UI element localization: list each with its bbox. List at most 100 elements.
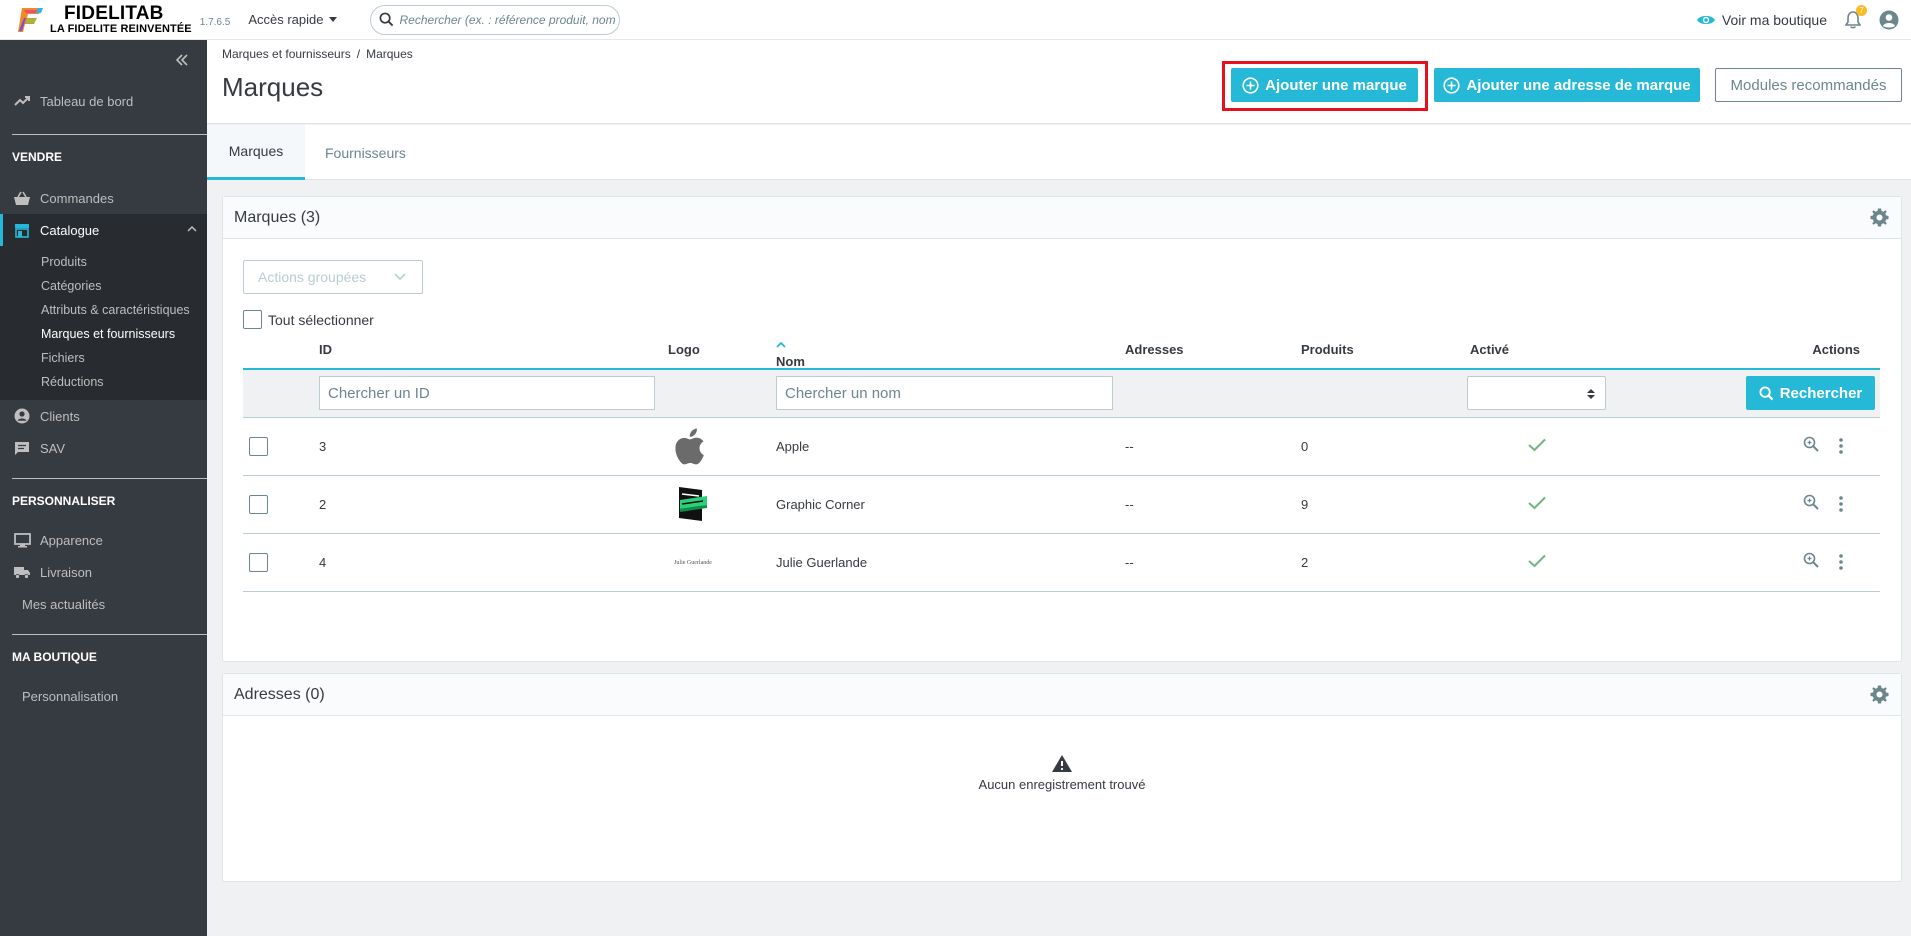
tab-bar: Marques Fournisseurs <box>207 125 1911 180</box>
chevron-up-icon <box>187 226 197 232</box>
filter-enabled-select[interactable] <box>1467 376 1606 410</box>
apple-logo-icon <box>675 428 704 465</box>
brand-logo-apple <box>671 425 715 469</box>
notifications-button[interactable]: 7 <box>1845 5 1867 29</box>
more-vertical-icon[interactable] <box>1839 496 1843 512</box>
view-shop-label: Voir ma boutique <box>1721 12 1827 28</box>
submenu-item-files[interactable]: Fichiers <box>0 346 207 370</box>
empty-state-message: Aucun enregistrement trouvé <box>978 777 1146 792</box>
sidebar-item-support[interactable]: SAV <box>0 432 207 464</box>
submenu-item-attributes[interactable]: Attributs & caractéristiques <box>0 298 207 322</box>
check-icon[interactable] <box>1528 554 1546 568</box>
sidebar-item-label: Tableau de bord <box>40 93 134 109</box>
recommended-modules-button[interactable]: Modules recommandés <box>1715 68 1902 102</box>
row-addresses: -- <box>1125 439 1134 454</box>
add-brand-button[interactable]: Ajouter une marque <box>1231 68 1418 102</box>
search-icon <box>379 12 393 27</box>
addresses-card: Adresses (0) Aucun enregistrement trouvé <box>222 673 1902 882</box>
gear-icon[interactable] <box>1870 208 1889 227</box>
more-vertical-icon[interactable] <box>1839 438 1843 454</box>
view-zoom-icon[interactable] <box>1803 436 1819 452</box>
notifications-badge: 7 <box>1856 5 1867 16</box>
collapse-sidebar-button[interactable] <box>175 54 189 66</box>
breadcrumb-item-parent[interactable]: Marques et fournisseurs <box>222 47 351 61</box>
bulk-actions-label: Actions groupées <box>258 269 367 285</box>
sidebar-item-label: Apparence <box>40 532 103 548</box>
filter-row: Rechercher <box>243 370 1880 418</box>
sidebar-item-orders[interactable]: Commandes <box>0 182 207 214</box>
sidebar-item-news[interactable]: Mes actualités <box>0 588 207 620</box>
plus-circle-icon <box>1242 76 1259 94</box>
sidebar-item-personalization[interactable]: Personnalisation <box>0 680 207 712</box>
select-all[interactable]: Tout sélectionner <box>243 310 374 329</box>
tab-suppliers[interactable]: Fournisseurs <box>305 125 426 180</box>
grid-search-button[interactable]: Rechercher <box>1746 376 1875 410</box>
row-checkbox[interactable] <box>249 495 268 514</box>
submenu-item-discounts[interactable]: Réductions <box>0 370 207 394</box>
caret-down-icon <box>328 17 337 22</box>
tab-brands[interactable]: Marques <box>207 125 305 180</box>
page-title: Marques <box>222 72 324 102</box>
sidebar-item-label: Commandes <box>40 190 114 206</box>
row-checkbox[interactable] <box>249 437 268 456</box>
view-shop-link[interactable]: Voir ma boutique <box>1696 12 1827 28</box>
view-zoom-icon[interactable] <box>1803 552 1819 568</box>
fidelitab-logo-icon <box>18 7 43 32</box>
sidebar-section-customize: PERSONNALISER <box>12 494 116 508</box>
brand-logo[interactable]: FIDELITAB LA FIDELITE REINVENTÉE 1.7.6.5 <box>16 0 230 40</box>
column-header-name-label: Nom <box>776 354 805 369</box>
submenu-item-products[interactable]: Produits <box>0 250 207 274</box>
table-row: 4 Julie Guerlande Julie Guerlande -- 2 <box>243 534 1880 592</box>
row-products: 0 <box>1301 439 1309 454</box>
submenu-item-categories[interactable]: Catégories <box>0 274 207 298</box>
global-search-input[interactable] <box>399 12 615 27</box>
row-checkbox[interactable] <box>249 553 268 572</box>
sidebar-item-customers[interactable]: Clients <box>0 400 207 432</box>
sidebar-item-catalog[interactable]: Catalogue <box>0 214 207 246</box>
sidebar-section-sell: VENDRE <box>12 150 63 164</box>
add-brand-label: Ajouter une marque <box>1265 76 1407 94</box>
top-header: FIDELITAB LA FIDELITE REINVENTÉE 1.7.6.5… <box>0 0 1911 40</box>
column-header-products: Produits <box>1301 342 1354 357</box>
add-brand-address-button[interactable]: Ajouter une adresse de marque <box>1434 68 1700 102</box>
bulk-actions-dropdown[interactable]: Actions groupées <box>243 260 423 294</box>
select-all-checkbox[interactable] <box>243 310 262 329</box>
shopping-basket-icon <box>14 191 30 205</box>
global-search[interactable] <box>369 4 620 35</box>
sidebar-item-appearance[interactable]: Apparence <box>0 524 207 556</box>
row-products: 2 <box>1301 555 1309 570</box>
filter-id-input[interactable] <box>319 376 655 410</box>
row-id: 2 <box>319 497 327 512</box>
user-circle-icon <box>14 408 30 424</box>
row-name: Graphic Corner <box>776 497 865 512</box>
row-addresses: -- <box>1125 555 1134 570</box>
check-icon[interactable] <box>1528 496 1546 510</box>
sidebar-section-shop: MA BOUTIQUE <box>12 650 97 664</box>
select-all-label: Tout sélectionner <box>268 311 374 328</box>
column-header-enabled[interactable]: Activé <box>1470 342 1509 357</box>
sidebar-item-label: Livraison <box>40 564 93 580</box>
row-id: 4 <box>319 555 327 570</box>
brand-logo-graphic-corner <box>671 483 715 527</box>
gear-icon[interactable] <box>1870 685 1889 704</box>
submenu-item-brands-suppliers[interactable]: Marques et fournisseurs <box>0 322 207 346</box>
sort-ascending-icon <box>776 342 786 348</box>
page-header: Marques et fournisseurs / Marques Marque… <box>207 40 1911 124</box>
row-addresses: -- <box>1125 497 1134 512</box>
add-brand-address-label: Ajouter une adresse de marque <box>1466 76 1691 94</box>
check-icon[interactable] <box>1528 438 1546 452</box>
more-vertical-icon[interactable] <box>1839 554 1843 570</box>
truck-icon <box>14 566 30 579</box>
sidebar-item-dashboard[interactable]: Tableau de bord <box>0 85 207 117</box>
view-zoom-icon[interactable] <box>1803 494 1819 510</box>
filter-name-input[interactable] <box>776 376 1113 410</box>
row-name: Julie Guerlande <box>776 555 868 570</box>
column-header-id[interactable]: ID <box>319 342 332 357</box>
quick-access-dropdown[interactable]: Accès rapide <box>248 12 337 27</box>
breadcrumb: Marques et fournisseurs / Marques <box>222 47 413 61</box>
sidebar-item-shipping[interactable]: Livraison <box>0 556 207 588</box>
column-header-name[interactable]: Nom <box>776 342 805 369</box>
column-header-actions: Actions <box>1812 342 1860 357</box>
account-button[interactable] <box>1879 10 1899 30</box>
select-arrows-icon <box>1587 389 1595 399</box>
